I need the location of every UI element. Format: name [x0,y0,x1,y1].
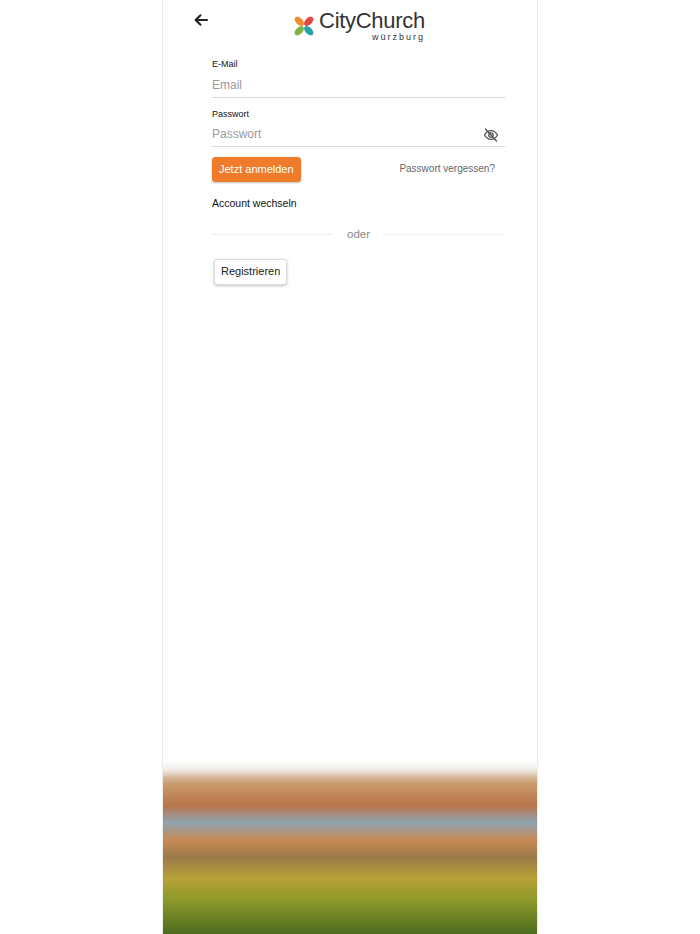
back-button[interactable] [163,10,275,28]
field-label: E-Mail [212,58,505,72]
password-input[interactable] [212,123,483,146]
cross-flower-icon [293,15,315,37]
header: CityChurch würzburg [163,0,537,46]
logo-subtitle: würzburg [319,33,425,42]
form-field: Passwort [212,108,505,148]
field-label: Passwort [212,108,505,122]
eye-slash-icon[interactable] [483,127,499,143]
forgot-password-link[interactable]: Passwort vergessen? [399,157,505,176]
email-input[interactable] [212,74,505,97]
divider: oder [212,226,505,243]
login-form: E-Mail Passwort Jetzt anmelden Passwort v… [163,46,537,285]
form-field: E-Mail [212,58,505,98]
app-column: CityChurch würzburg E-Mail Passwort Jetzt… [162,0,538,934]
city-photo [163,760,537,934]
divider-text: oder [347,226,370,243]
register-button[interactable]: Registrieren [214,259,287,284]
logo: CityChurch würzburg [275,10,425,42]
arrow-left-icon [193,12,209,28]
login-button[interactable]: Jetzt anmelden [212,157,301,182]
logo-name: CityChurch [319,10,425,32]
switch-account-link[interactable]: Account wechseln [212,196,297,212]
